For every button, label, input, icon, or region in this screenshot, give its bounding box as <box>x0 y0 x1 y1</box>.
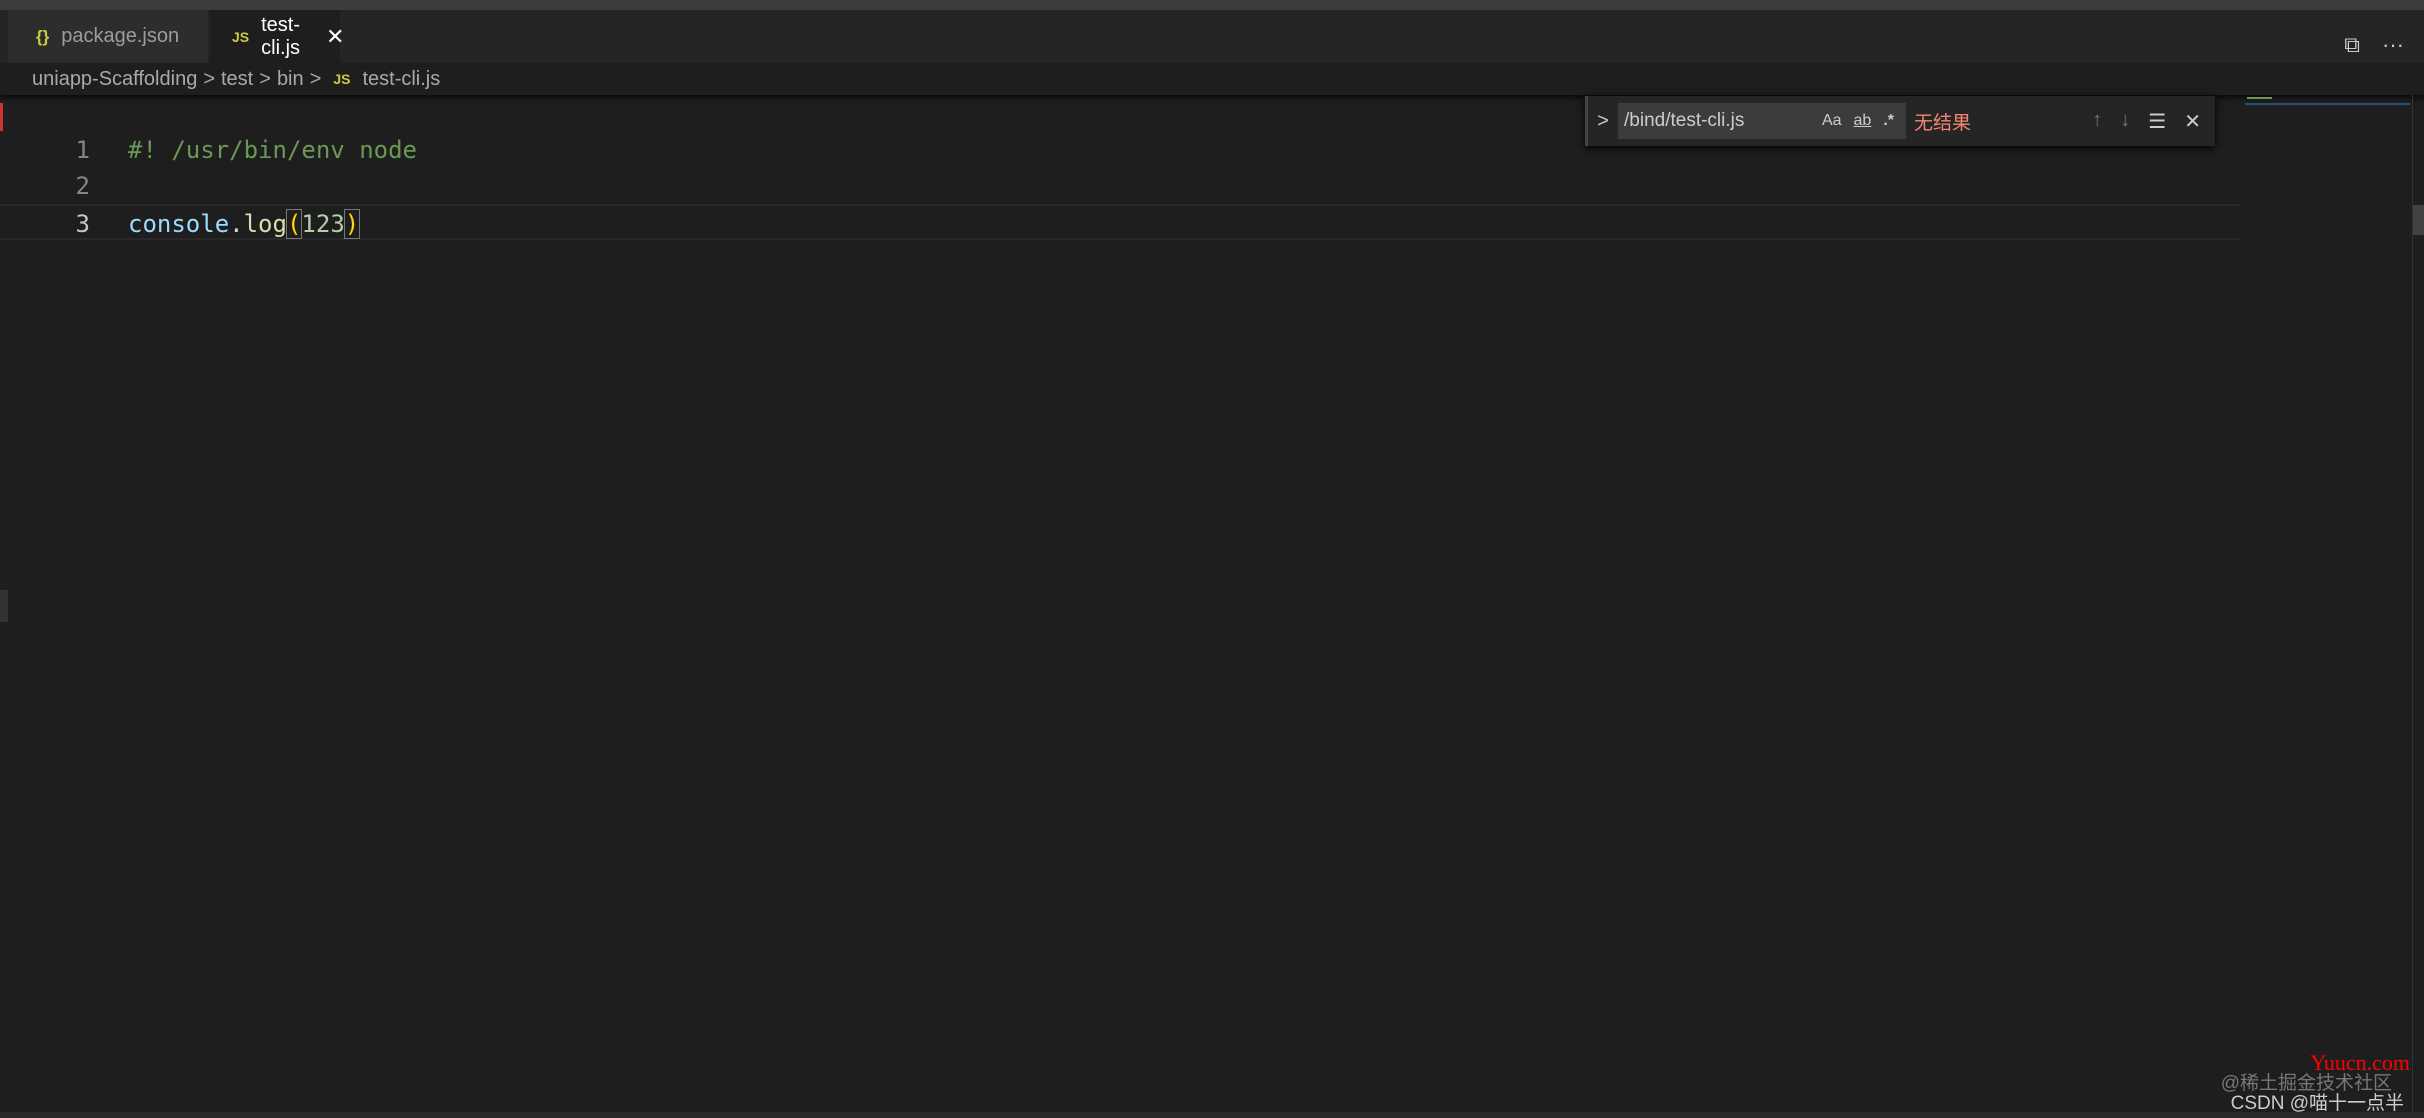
js-icon: JS <box>232 28 250 45</box>
close-icon[interactable]: ✕ <box>326 24 344 50</box>
line-number: 1 <box>75 136 90 164</box>
split-editor-icon[interactable]: ⧉ <box>2344 32 2360 58</box>
js-icon: JS <box>333 71 351 87</box>
find-status: 无结果 <box>1914 112 1972 134</box>
identifier: console <box>128 210 230 238</box>
line-number: 3 <box>75 210 90 238</box>
watermark-csdn: CSDN @喵十一点半 <box>2230 1093 2404 1114</box>
title-bar <box>0 0 2424 10</box>
dot: . <box>229 210 244 238</box>
arrow-down-icon[interactable]: ↓ <box>2120 109 2130 134</box>
line-number: 2 <box>75 172 90 200</box>
breadcrumb-item[interactable]: test <box>221 68 253 91</box>
find-in-selection-icon[interactable]: ☰ <box>2148 109 2166 134</box>
breadcrumb: uniapp-Scaffolding > test > bin > JS tes… <box>0 63 2424 95</box>
breadcrumb-item[interactable]: bin <box>277 68 304 91</box>
vertical-scrollbar[interactable] <box>2412 95 2424 1118</box>
match-case-icon[interactable]: Aa <box>1822 112 1842 130</box>
more-actions-icon[interactable]: ··· <box>2382 32 2404 58</box>
code-line: 2 <box>0 168 2240 204</box>
chevron-right-icon: > <box>309 67 322 90</box>
toggle-replace-icon[interactable]: > <box>1588 110 1618 133</box>
json-braces-icon: {} <box>36 26 50 46</box>
code-text: console.log(123) <box>128 206 361 242</box>
find-input-value: /bind/test-cli.js <box>1624 110 1745 131</box>
tab-test-cli-js[interactable]: JS test-cli.js ✕ <box>210 10 344 63</box>
chevron-right-icon: > <box>259 67 271 90</box>
tab-package-json[interactable]: {} package.json <box>8 10 208 63</box>
tab-label: test-cli.js <box>261 13 301 59</box>
find-input[interactable]: /bind/test-cli.js Aa ab .* <box>1618 103 1906 139</box>
method: log <box>243 210 287 238</box>
arrow-up-icon[interactable]: ↑ <box>2092 109 2102 134</box>
minimap-line <box>2245 103 2410 105</box>
minimap[interactable] <box>2245 95 2410 105</box>
chevron-right-icon: > <box>203 67 215 90</box>
tab-label: package.json <box>61 25 180 47</box>
breadcrumb-item[interactable]: uniapp-Scaffolding <box>32 68 197 91</box>
tab-bar: {} package.json JS test-cli.js ✕ ⧉ ··· <box>0 10 2424 63</box>
find-widget: > /bind/test-cli.js Aa ab .* 无结果 ↑ ↓ ☰ ✕ <box>1585 96 2215 146</box>
number: 123 <box>301 210 345 238</box>
status-strip <box>0 1112 2424 1118</box>
bracket: ) <box>343 209 361 239</box>
whole-word-icon[interactable]: ab <box>1854 112 1872 130</box>
minimap-line <box>2247 97 2272 99</box>
code-editor[interactable]: 1 #! /usr/bin/env node 2 3 console.log(1… <box>0 95 2424 1118</box>
breadcrumb-item[interactable]: test-cli.js <box>362 68 440 91</box>
bracket: ( <box>285 209 303 239</box>
code-text: #! /usr/bin/env node <box>128 136 417 164</box>
scrollbar-thumb[interactable] <box>2413 205 2424 235</box>
code-line-current: 3 console.log(123) <box>0 204 2240 240</box>
close-icon[interactable]: ✕ <box>2184 109 2201 134</box>
regex-icon[interactable]: .* <box>1883 112 1894 130</box>
